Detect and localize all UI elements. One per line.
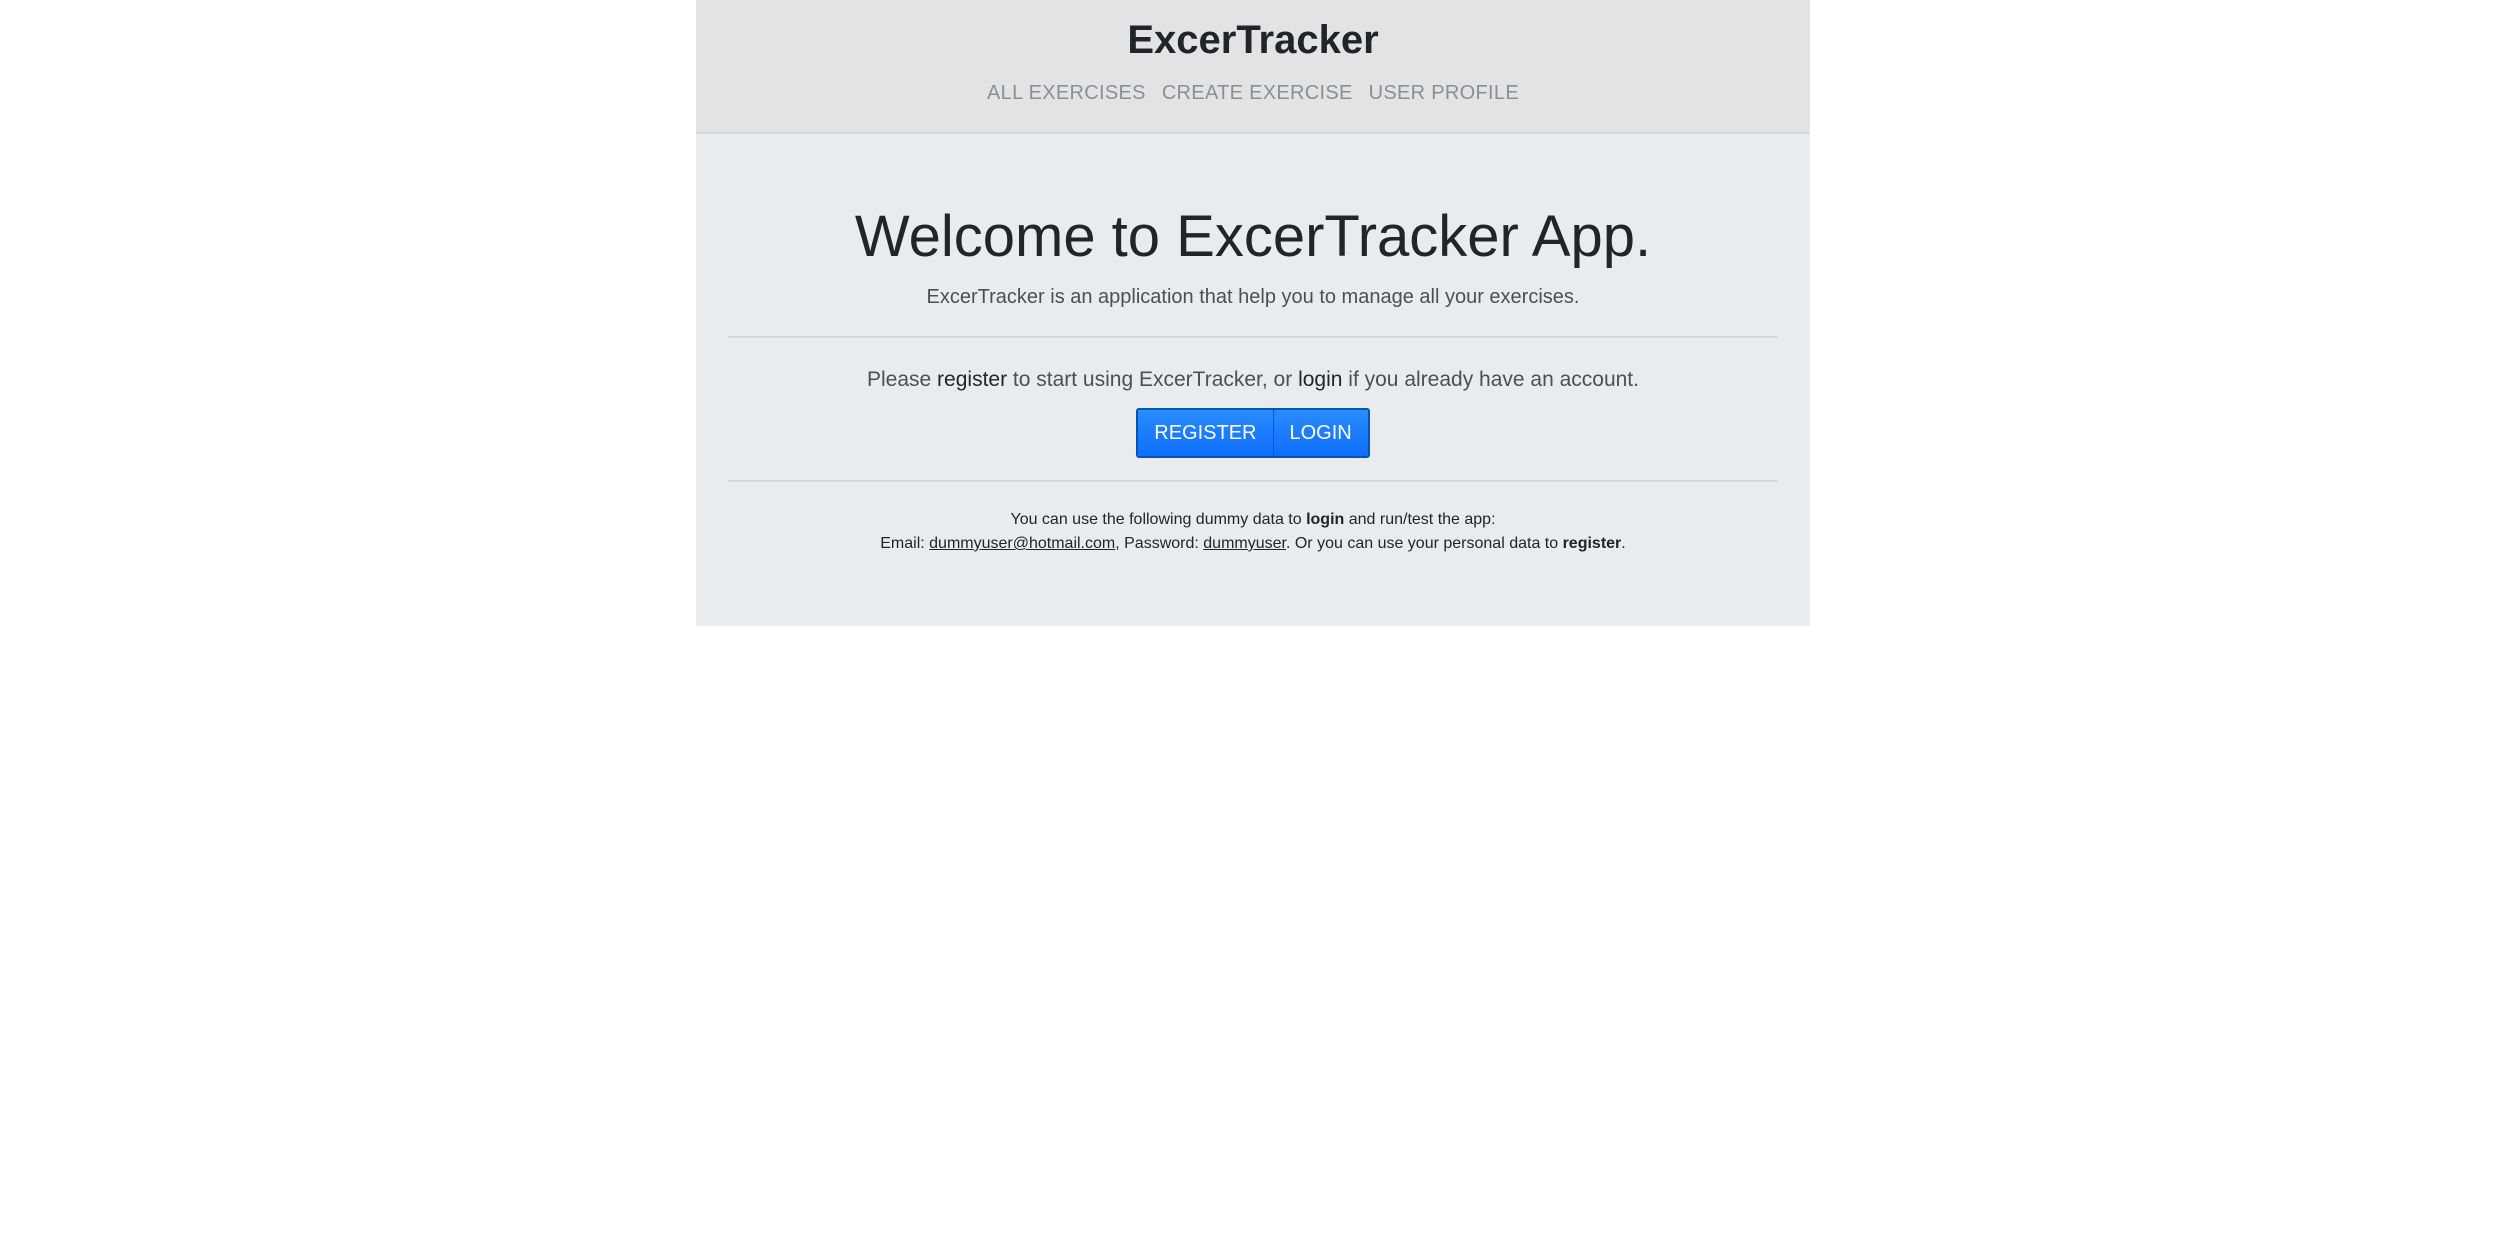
divider xyxy=(728,480,1778,482)
nav-link-all-exercises[interactable]: ALL EXERCISES xyxy=(987,80,1146,106)
dummy-password-link[interactable]: dummyuser xyxy=(1203,535,1286,552)
login-button[interactable]: LOGIN xyxy=(1272,410,1368,456)
password-label: , Password: xyxy=(1115,535,1204,552)
prompt-text: if you already have an account. xyxy=(1342,368,1639,391)
dummy-line-1: You can use the following dummy data to … xyxy=(696,508,1810,532)
lead-text: ExcerTracker is an application that help… xyxy=(926,286,1580,308)
dummy-text: and run/test the app: xyxy=(1344,511,1496,528)
divider xyxy=(728,336,1778,338)
dummy-text: . xyxy=(1621,535,1626,552)
nav-link-create-exercise[interactable]: CREATE EXERCISE xyxy=(1162,80,1353,106)
auth-button-group: REGISTER LOGIN xyxy=(1136,408,1370,458)
prompt-text: Please xyxy=(867,368,938,391)
dummy-text: . Or you can use your personal data to xyxy=(1285,535,1563,552)
dummy-email-link[interactable]: dummyuser@hotmail.com xyxy=(929,535,1115,552)
dummy-line-2: Email: dummyuser@hotmail.com, Password: … xyxy=(696,532,1810,556)
dummy-text: You can use the following dummy data to xyxy=(1010,511,1307,528)
welcome-section: Welcome to ExcerTracker App. ExcerTracke… xyxy=(696,134,1810,556)
prompt-login-word: login xyxy=(1298,368,1343,391)
nav-link-user-profile[interactable]: USER PROFILE xyxy=(1369,80,1519,106)
email-label: Email: xyxy=(880,535,930,552)
page-title: Welcome to ExcerTracker App. xyxy=(854,204,1652,269)
navbar: ExcerTracker ALL EXERCISES CREATE EXERCI… xyxy=(696,0,1810,134)
prompt-text: to start using ExcerTracker, or xyxy=(1007,368,1299,391)
dummy-login-word: login xyxy=(1306,511,1345,528)
auth-prompt: Please register to start using ExcerTrac… xyxy=(696,366,1810,394)
dummy-register-word: register xyxy=(1562,535,1622,552)
nav-links: ALL EXERCISES CREATE EXERCISE USER PROFI… xyxy=(696,80,1810,106)
dummy-data-info: You can use the following dummy data to … xyxy=(696,508,1810,556)
app-container: ExcerTracker ALL EXERCISES CREATE EXERCI… xyxy=(696,0,1810,626)
prompt-register-word: register xyxy=(937,368,1008,391)
brand-logo-link[interactable]: ExcerTracker xyxy=(696,0,1810,64)
register-button[interactable]: REGISTER xyxy=(1138,410,1273,456)
